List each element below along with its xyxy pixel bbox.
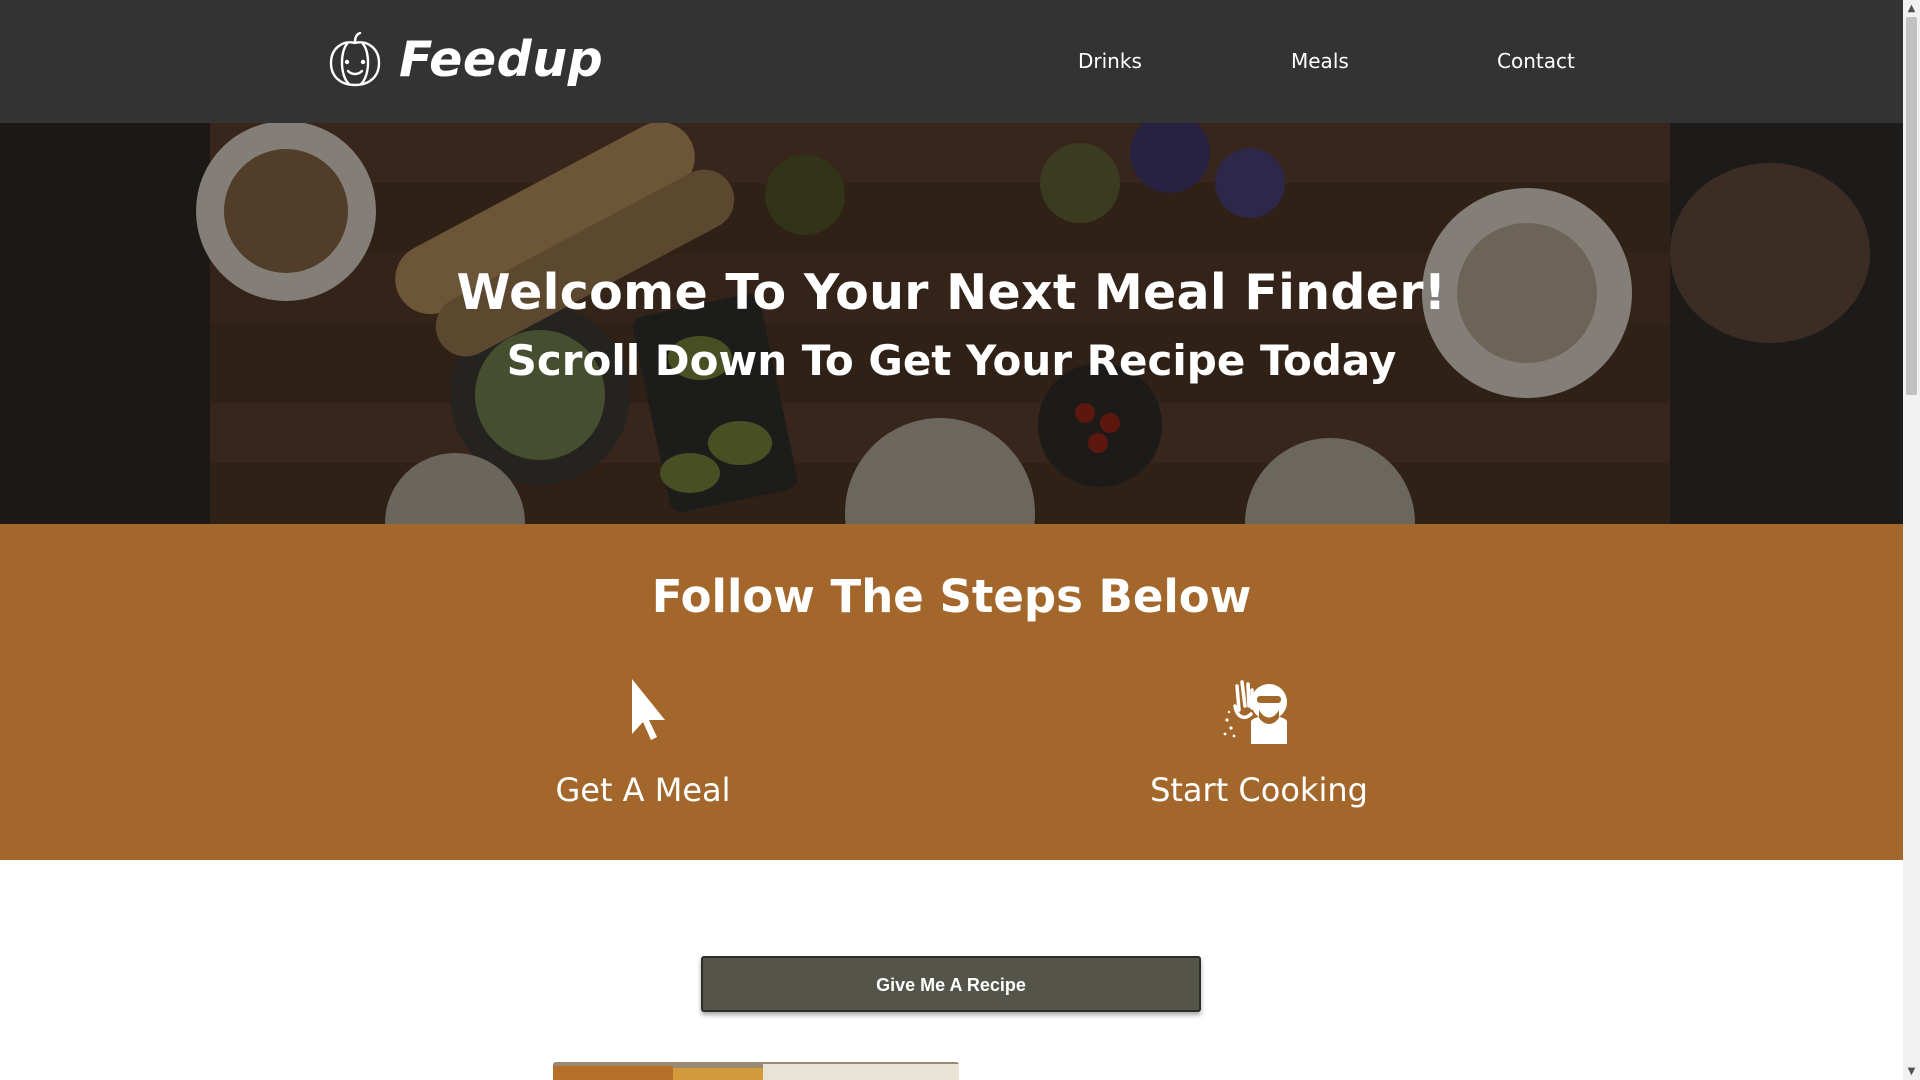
- nav-drinks-link[interactable]: Drinks: [1078, 48, 1142, 74]
- scroll-thumb[interactable]: [1906, 17, 1917, 395]
- step-get-a-meal: Get A Meal: [443, 674, 843, 810]
- site-header: Feedup Drinks Meals Contact: [0, 0, 1903, 123]
- give-me-a-recipe-button[interactable]: Give Me A Recipe: [701, 956, 1201, 1012]
- page-scrollbar[interactable]: ▲ ▼: [1903, 0, 1920, 1080]
- steps-title: Follow The Steps Below: [651, 570, 1252, 623]
- chef-kiss-icon: [1223, 680, 1287, 744]
- brand-name: Feedup: [399, 31, 604, 88]
- scroll-down-icon[interactable]: ▼: [1903, 1063, 1920, 1080]
- dining-table-image: [0, 123, 1903, 524]
- pumpkin-icon: [329, 31, 381, 87]
- hero-title: Welcome To Your Next Meal Finder!: [456, 264, 1447, 321]
- step-label: Get A Meal: [555, 771, 731, 809]
- step-start-cooking: Start Cooking: [1059, 674, 1459, 810]
- nav-contact-link[interactable]: Contact: [1497, 48, 1575, 74]
- steps-section: Follow The Steps Below Get A Meal Start …: [0, 524, 1903, 860]
- step-label: Start Cooking: [1150, 771, 1368, 809]
- hero-subtitle: Scroll Down To Get Your Recipe Today: [506, 336, 1397, 385]
- page: Feedup Drinks Meals Contact Welcome To Y…: [0, 0, 1903, 1080]
- meal-image: [553, 1062, 959, 1080]
- scroll-up-icon[interactable]: ▲: [1903, 0, 1920, 17]
- nav-meals-link[interactable]: Meals: [1291, 48, 1349, 74]
- cursor-pointer-icon: [632, 679, 665, 740]
- brand-logo[interactable]: Feedup: [325, 30, 603, 90]
- hero-banner: Welcome To Your Next Meal Finder! Scroll…: [0, 123, 1903, 524]
- meal-photo: [553, 1062, 959, 1080]
